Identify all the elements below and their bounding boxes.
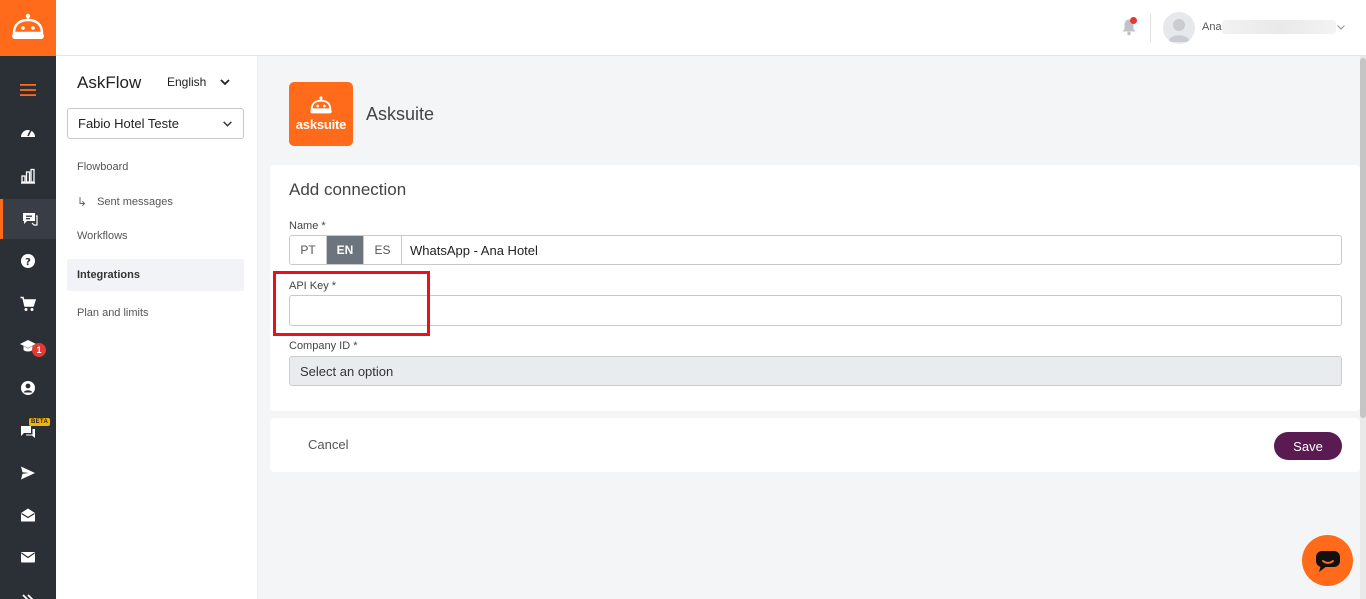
sub-arrow-icon: ↳ (77, 195, 88, 209)
notification-dot (1130, 17, 1137, 24)
scrollbar-thumb[interactable] (1360, 58, 1366, 418)
avatar[interactable] (1163, 12, 1195, 44)
api-key-input[interactable] (289, 295, 1342, 326)
chevron-down-icon (220, 79, 230, 86)
svg-text:?: ? (25, 257, 31, 268)
name-language-tabs: PT EN ES (289, 235, 402, 265)
rail-dashboard[interactable] (0, 113, 56, 153)
chat-bubbles-icon (21, 426, 35, 438)
question-icon: ? (21, 254, 35, 268)
tab-en[interactable]: EN (327, 236, 364, 264)
chevrons-right-icon (22, 594, 34, 599)
user-circle-icon (21, 381, 35, 395)
integration-logo: asksuite (289, 82, 353, 146)
app-logo[interactable] (0, 0, 56, 56)
nav-item-label: Sent messages (97, 196, 173, 208)
nav-item-integrations[interactable]: Integrations (67, 259, 244, 291)
user-silhouette-icon (1168, 19, 1190, 42)
form-title: Add connection (289, 180, 407, 199)
nav-item-label: Integrations (77, 269, 140, 281)
nav-item-flowboard[interactable]: Flowboard (67, 151, 244, 183)
robot-logo-icon (310, 96, 332, 114)
left-rail: ? 1 BETA (0, 0, 56, 599)
topbar-divider (1150, 14, 1151, 42)
paper-plane-icon (21, 466, 35, 480)
language-value: English (167, 75, 207, 89)
name-label: Name * (289, 220, 326, 232)
gauge-icon (21, 129, 35, 137)
cancel-button[interactable]: Cancel (308, 437, 348, 452)
chevron-down-icon (223, 121, 232, 127)
bar-chart-icon (21, 168, 35, 184)
rail-more[interactable] (0, 579, 56, 599)
save-button[interactable]: Save (1274, 432, 1342, 460)
hamburger-icon (20, 84, 36, 96)
hotel-value: Fabio Hotel Teste (78, 116, 179, 131)
module-title: AskFlow (77, 73, 142, 92)
nav-item-label: Plan and limits (77, 307, 149, 319)
rail-askflow[interactable] (0, 199, 56, 239)
beta-badge: BETA (29, 418, 51, 426)
rail-conversations[interactable]: BETA (0, 412, 56, 452)
highlight-box (273, 271, 430, 336)
form-actions: Cancel Save (270, 418, 1360, 472)
main-content: asksuite Asksuite Add connection Name * … (258, 56, 1366, 599)
rail-send[interactable] (0, 453, 56, 493)
chat-launcher[interactable] (1302, 535, 1353, 586)
company-id-label: Company ID * (289, 340, 358, 352)
top-bar: Ana (56, 0, 1366, 56)
rail-academy[interactable]: 1 (0, 326, 56, 366)
name-input[interactable]: WhatsApp - Ana Hotel (401, 235, 1342, 265)
rail-profile[interactable] (0, 368, 56, 408)
chevron-down-icon[interactable] (1336, 22, 1346, 32)
nav-item-sent-messages[interactable]: ↳ Sent messages (67, 186, 244, 218)
robot-logo-icon (12, 13, 44, 39)
chat-flow-icon (22, 213, 38, 226)
rail-mail[interactable] (0, 537, 56, 577)
integration-name: Asksuite (366, 104, 435, 124)
user-name-redacted (1222, 20, 1336, 34)
envelope-open-icon (21, 508, 35, 522)
add-connection-form: Add connection Name * PT EN ES WhatsApp … (270, 165, 1360, 411)
chat-bubble-icon (1315, 550, 1340, 572)
menu-toggle[interactable] (0, 70, 56, 110)
logo-text: asksuite (295, 117, 347, 132)
tab-pt[interactable]: PT (290, 236, 327, 264)
notification-badge: 1 (32, 343, 46, 357)
nav-item-label: Workflows (77, 230, 128, 242)
rail-help[interactable]: ? (0, 241, 56, 281)
scrollbar[interactable] (1360, 56, 1366, 599)
envelope-icon (21, 552, 35, 563)
nav-item-plan-and-limits[interactable]: Plan and limits (67, 297, 244, 329)
nav-item-label: Flowboard (77, 161, 129, 173)
language-select[interactable]: English (167, 75, 230, 89)
nav-item-workflows[interactable]: Workflows (67, 220, 244, 252)
tab-es[interactable]: ES (364, 236, 401, 264)
cart-icon (20, 296, 36, 311)
rail-inbox[interactable] (0, 495, 56, 535)
hotel-select[interactable]: Fabio Hotel Teste (67, 108, 244, 139)
user-name[interactable]: Ana (1202, 21, 1222, 33)
company-id-select[interactable]: Select an option (289, 356, 1342, 386)
askflow-sidebar: AskFlow English Fabio Hotel Teste Flowbo… (56, 56, 258, 599)
rail-store[interactable] (0, 284, 56, 324)
rail-reports[interactable] (0, 156, 56, 196)
